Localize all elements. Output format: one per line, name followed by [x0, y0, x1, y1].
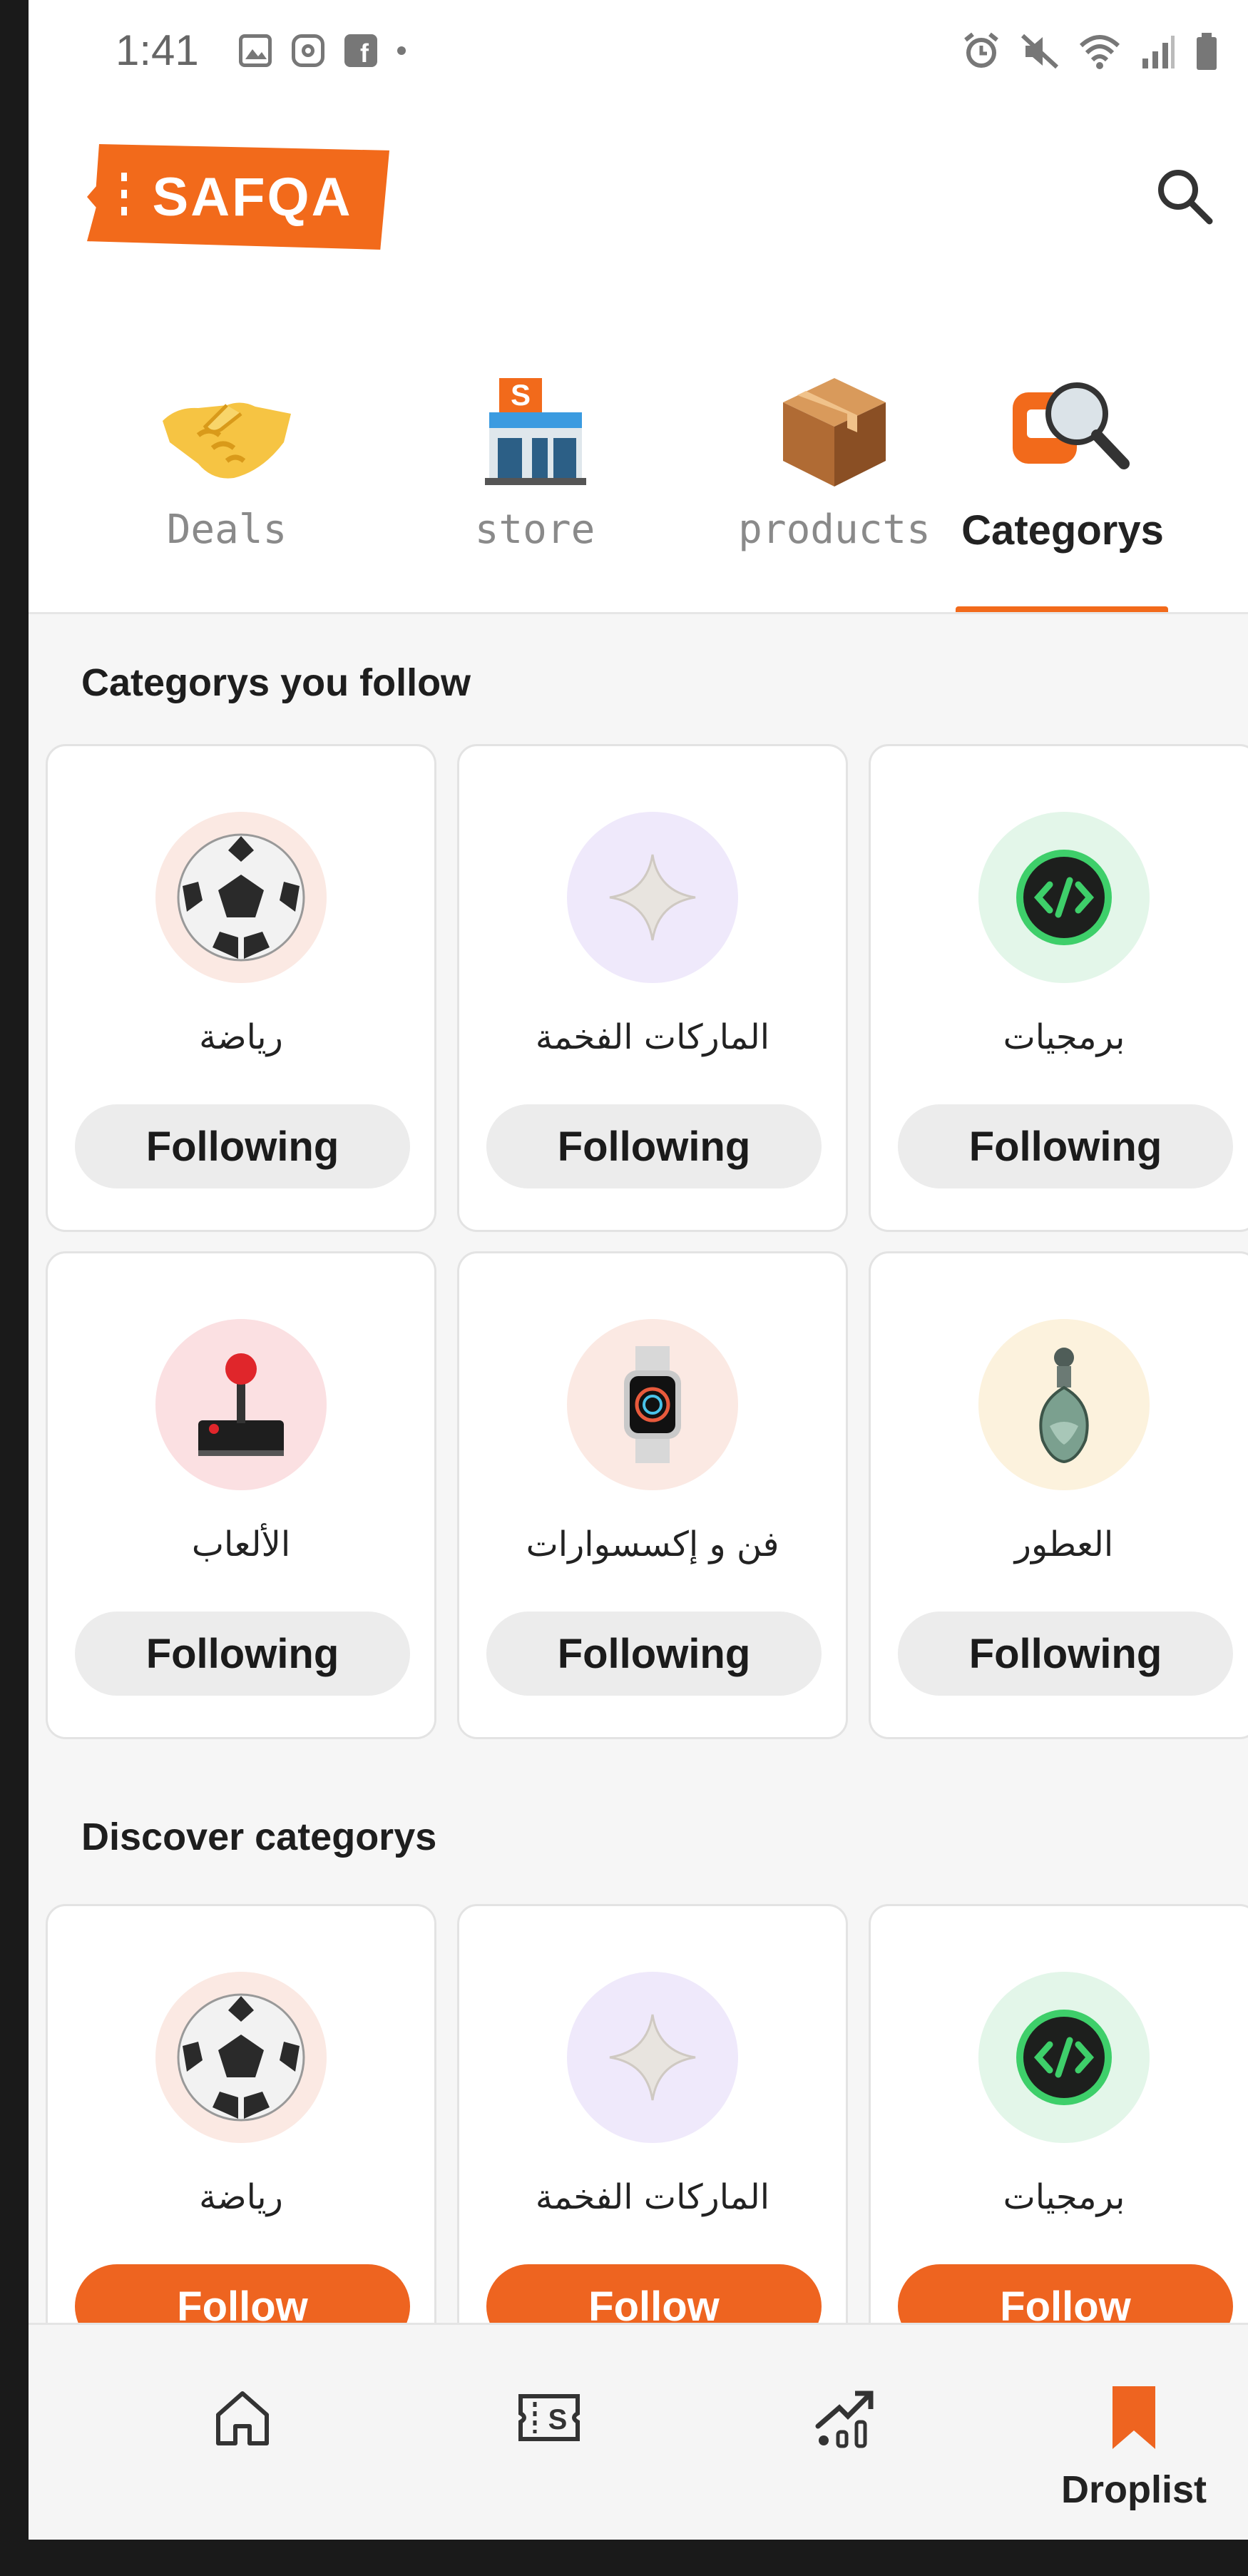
- category-name: الألعاب: [191, 1524, 291, 1564]
- active-tab-indicator: [956, 606, 1168, 612]
- category-card[interactable]: رياضة Following: [46, 744, 436, 1232]
- discover-section-title: Discover categorys: [81, 1816, 437, 1858]
- top-tabs: Deals S store products Categorys: [29, 335, 1248, 614]
- app-header: SAFQA: [29, 107, 1248, 250]
- tab-products[interactable]: products: [727, 335, 941, 614]
- category-card[interactable]: برمجيات Follow: [869, 1904, 1248, 2392]
- category-card[interactable]: برمجيات Following: [869, 744, 1248, 1232]
- following-button[interactable]: Following: [898, 1612, 1233, 1696]
- alarm-icon: [964, 32, 998, 68]
- category-name: رياضة: [199, 2177, 283, 2217]
- category-image: [978, 1319, 1150, 1490]
- category-image: [567, 1972, 738, 2143]
- store-ticket-icon: S: [518, 2394, 580, 2441]
- nav-trending[interactable]: [738, 2325, 952, 2539]
- category-image: [155, 1319, 327, 1490]
- bookmark-icon: [1113, 2386, 1155, 2449]
- category-name: الماركات الفخمة: [535, 1017, 770, 1057]
- package-icon: [783, 378, 886, 487]
- followed-section-title: Categorys you follow: [81, 661, 471, 704]
- category-card[interactable]: الماركات الفخمة Follow: [457, 1904, 848, 2392]
- category-image: [978, 812, 1150, 983]
- tab-deals[interactable]: Deals: [120, 335, 334, 614]
- code-icon: [1016, 2010, 1112, 2105]
- category-search-icon: [1013, 382, 1130, 469]
- tab-categorys[interactable]: Categorys: [956, 335, 1170, 614]
- svg-text:S: S: [511, 378, 531, 412]
- tab-label: store: [474, 506, 595, 553]
- mute-icon: [1021, 34, 1059, 69]
- home-icon: [216, 2391, 269, 2445]
- category-name: فن و إكسسوارات: [526, 1524, 779, 1564]
- soccer-ball-icon: [177, 1993, 305, 2122]
- wifi-icon: [1079, 35, 1120, 69]
- category-name: العطور: [1014, 1524, 1114, 1564]
- tab-label: products: [738, 506, 931, 553]
- category-card[interactable]: الألعاب Following: [46, 1251, 436, 1739]
- signal-icon: [1142, 36, 1175, 68]
- category-name: برمجيات: [1003, 2177, 1125, 2217]
- status-time: 1:41: [116, 26, 199, 74]
- dot-icon: [397, 46, 406, 55]
- facebook-icon: f: [344, 34, 377, 67]
- soccer-ball-icon: [177, 833, 305, 962]
- trending-icon: [815, 2391, 874, 2448]
- following-button[interactable]: Following: [898, 1104, 1233, 1188]
- following-button[interactable]: Following: [486, 1104, 822, 1188]
- safqa-logo[interactable]: SAFQA: [87, 144, 389, 250]
- sparkle-icon: [609, 854, 696, 941]
- category-image: [978, 1972, 1150, 2143]
- category-image: [155, 1972, 327, 2143]
- category-image: [567, 812, 738, 983]
- battery-icon: [1197, 33, 1217, 70]
- smartwatch-icon: [624, 1346, 681, 1463]
- nav-label: Droplist: [1060, 2468, 1207, 2511]
- tab-label: Categorys: [961, 507, 1164, 554]
- system-icons: [961, 31, 1219, 71]
- category-card[interactable]: الماركات الفخمة Following: [457, 744, 848, 1232]
- joystick-icon: [198, 1353, 284, 1456]
- app-screen: 1:41 f SAFQA Deals S store products Cate…: [29, 0, 1248, 2540]
- following-button[interactable]: Following: [75, 1612, 410, 1696]
- category-name: رياضة: [199, 1017, 283, 1057]
- nav-home[interactable]: [135, 2325, 349, 2539]
- svg-text:S: S: [548, 2404, 568, 2435]
- status-bar: 1:41 f: [29, 0, 1248, 107]
- nav-stores[interactable]: S: [442, 2325, 656, 2539]
- category-name: برمجيات: [1003, 1017, 1125, 1057]
- tab-store[interactable]: S store: [428, 335, 642, 614]
- code-icon: [1016, 850, 1112, 945]
- store-icon: S: [485, 378, 586, 485]
- category-card[interactable]: فن و إكسسوارات Following: [457, 1251, 848, 1739]
- category-image: [567, 1319, 738, 1490]
- nav-droplist[interactable]: Droplist: [1027, 2325, 1241, 2539]
- handshake-icon: [163, 402, 291, 479]
- perfume-icon: [1039, 1348, 1089, 1464]
- bottom-navigation: S Droplist: [29, 2323, 1248, 2540]
- sparkle-icon: [609, 2014, 696, 2101]
- category-card[interactable]: العطور Following: [869, 1251, 1248, 1739]
- category-card[interactable]: رياضة Follow: [46, 1904, 436, 2392]
- search-icon[interactable]: [1152, 164, 1217, 228]
- following-button[interactable]: Following: [486, 1612, 822, 1696]
- categories-content[interactable]: Categorys you follow رياضة Following الم…: [29, 614, 1248, 2392]
- logo-text: SAFQA: [152, 166, 353, 228]
- following-button[interactable]: Following: [75, 1104, 410, 1188]
- instagram-icon: [292, 34, 324, 67]
- gallery-icon: [239, 34, 272, 67]
- tab-label: Deals: [166, 506, 287, 553]
- notification-icons: f: [239, 34, 406, 67]
- category-name: الماركات الفخمة: [535, 2177, 770, 2217]
- category-image: [155, 812, 327, 983]
